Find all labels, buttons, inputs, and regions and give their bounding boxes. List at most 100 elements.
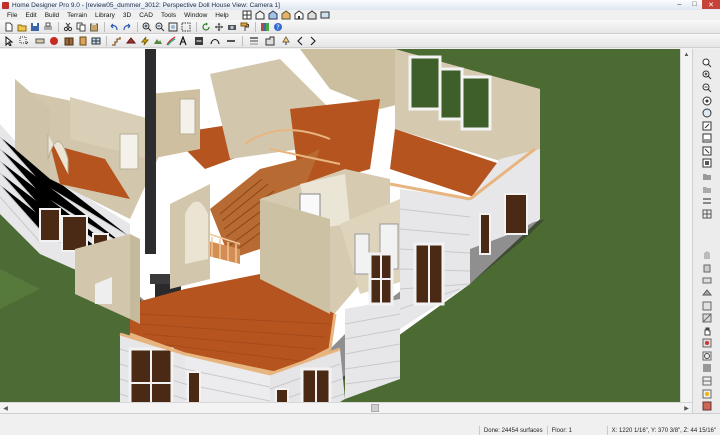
layers-side-icon[interactable]: [700, 195, 713, 207]
zoom-box-icon[interactable]: [180, 21, 192, 32]
shapes-side-icon[interactable]: [700, 350, 713, 362]
layer-display-dropdown-icon[interactable]: [246, 35, 261, 46]
3d-viewport[interactable]: [0, 49, 692, 402]
list-side-icon[interactable]: [700, 363, 713, 375]
texture-side-icon[interactable]: [700, 300, 713, 312]
library-browser-icon[interactable]: [259, 21, 271, 32]
line-tool-dropdown-icon[interactable]: [223, 35, 238, 46]
camera-icon[interactable]: [226, 21, 238, 32]
pan-icon[interactable]: [213, 21, 225, 32]
edit-area-dropdown-icon[interactable]: [16, 35, 31, 46]
camera-view-icon[interactable]: [267, 10, 279, 21]
cut-icon[interactable]: [62, 21, 74, 32]
open-folder-icon[interactable]: [16, 21, 28, 32]
section-side-icon[interactable]: [700, 275, 713, 287]
walkthrough-icon[interactable]: [700, 120, 713, 132]
previous-icon[interactable]: [294, 35, 306, 46]
orbit-icon[interactable]: [700, 107, 713, 119]
window-tool-icon[interactable]: [90, 35, 102, 46]
menu-file[interactable]: File: [3, 12, 21, 19]
fill-window-icon[interactable]: [167, 21, 179, 32]
zoom-icon[interactable]: [700, 57, 713, 69]
grid-side-icon[interactable]: [700, 208, 713, 220]
next-icon[interactable]: [307, 35, 319, 46]
lamp-dropdown-icon[interactable]: [278, 35, 293, 46]
stack-side-icon[interactable]: [700, 375, 713, 387]
text-tool-icon[interactable]: [178, 35, 190, 46]
render-side-icon[interactable]: [700, 400, 713, 412]
sun-side-icon[interactable]: [700, 388, 713, 400]
fill-window-side-icon[interactable]: [700, 95, 713, 107]
copy-icon[interactable]: [75, 21, 87, 32]
menu-terrain[interactable]: Terrain: [63, 12, 91, 19]
scroll-thumb[interactable]: [371, 404, 379, 412]
color-fill-icon[interactable]: [165, 35, 177, 46]
camera-settings-icon[interactable]: [700, 158, 713, 170]
stairs-tool-icon[interactable]: [110, 35, 122, 46]
wall-tool-dropdown-icon[interactable]: [32, 35, 47, 46]
right-toolbar: [692, 49, 720, 413]
doll-house-view-icon[interactable]: [280, 10, 292, 21]
arc-tool-dropdown-icon[interactable]: [207, 35, 222, 46]
menu-edit[interactable]: Edit: [21, 12, 40, 19]
save-icon[interactable]: [29, 21, 41, 32]
menu-library[interactable]: Library: [91, 12, 119, 19]
circle-tool-icon[interactable]: [48, 35, 60, 46]
elevation-view-icon[interactable]: [254, 10, 266, 21]
undo-icon[interactable]: [108, 21, 120, 32]
status-blank-row: [0, 414, 720, 423]
door-tool-icon[interactable]: [77, 35, 89, 46]
menu-build[interactable]: Build: [41, 12, 63, 19]
record-icon[interactable]: [700, 338, 713, 350]
plan-footprint-dropdown-icon[interactable]: [262, 35, 277, 46]
standard-toolbar: ?: [0, 20, 720, 34]
electrical-tool-icon[interactable]: [139, 35, 151, 46]
paste-icon[interactable]: [88, 21, 100, 32]
menu-tools[interactable]: Tools: [157, 12, 180, 19]
hand-icon[interactable]: [700, 325, 713, 337]
menu-help[interactable]: Help: [211, 12, 232, 19]
zoom-out-side-icon[interactable]: [700, 82, 713, 94]
folder-open-side-icon[interactable]: [700, 183, 713, 195]
roof-tool-dropdown-icon[interactable]: [123, 35, 138, 46]
select-objects-icon[interactable]: [3, 35, 15, 46]
scroll-right-icon[interactable]: ▶: [681, 403, 692, 413]
terrain-tool-icon[interactable]: [152, 35, 164, 46]
elevation-side-icon[interactable]: [700, 262, 713, 274]
zoom-out-icon[interactable]: [154, 21, 166, 32]
redo-icon[interactable]: [121, 21, 133, 32]
cross-section-icon[interactable]: [306, 10, 318, 21]
material-painter-icon[interactable]: [239, 21, 251, 32]
toolbar-separator: [255, 21, 256, 32]
scroll-track[interactable]: [11, 403, 681, 413]
minimize-button[interactable]: –: [672, 0, 687, 9]
tilt-camera-icon[interactable]: [700, 145, 713, 157]
horizontal-scrollbar[interactable]: ◀ ▶: [0, 402, 692, 413]
cabinet-tool-dropdown-icon[interactable]: [61, 35, 76, 46]
material-side-icon[interactable]: [700, 312, 713, 324]
toolbar-separator: [196, 21, 197, 32]
maximize-button[interactable]: □: [687, 0, 702, 9]
title-bar[interactable]: Home Designer Pro 9.0 - [review05_dummer…: [0, 0, 720, 10]
rotate-icon[interactable]: [200, 21, 212, 32]
help-icon[interactable]: ?: [272, 21, 284, 32]
scroll-left-icon[interactable]: ◀: [0, 403, 11, 413]
floor-plan-view-icon[interactable]: [241, 10, 253, 21]
zoom-in-icon[interactable]: [141, 21, 153, 32]
menu-3d[interactable]: 3D: [119, 12, 135, 19]
render-icon[interactable]: [319, 10, 331, 21]
print-icon[interactable]: [42, 21, 54, 32]
wall-side-icon[interactable]: [700, 249, 713, 261]
menu-window[interactable]: Window: [180, 12, 211, 19]
folder-side-icon[interactable]: [700, 170, 713, 182]
scroll-up-icon[interactable]: ▲: [681, 49, 692, 60]
vertical-scrollbar[interactable]: ▲: [680, 49, 692, 402]
menu-cad[interactable]: CAD: [135, 12, 157, 19]
roof-side-icon[interactable]: [700, 287, 713, 299]
move-camera-icon[interactable]: [700, 132, 713, 144]
close-button[interactable]: ✕: [702, 0, 720, 9]
dimension-tool-dropdown-icon[interactable]: [191, 35, 206, 46]
zoom-in-side-icon[interactable]: [700, 70, 713, 82]
overview-icon[interactable]: [293, 10, 305, 21]
new-plan-icon[interactable]: [3, 21, 15, 32]
